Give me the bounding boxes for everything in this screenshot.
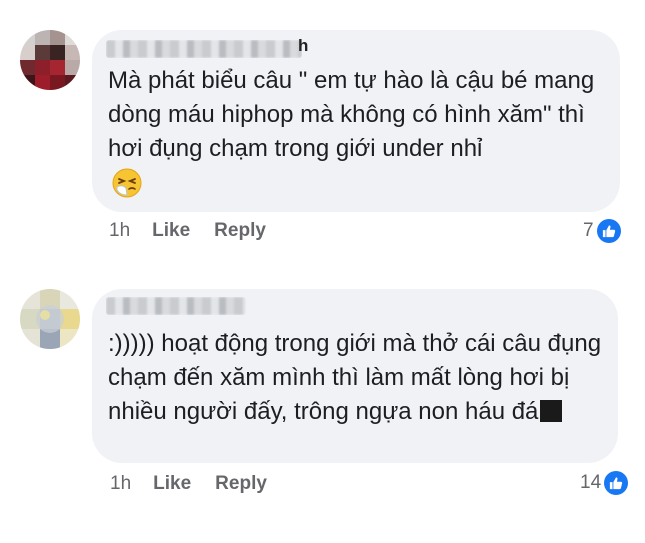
- reaction-summary[interactable]: 14: [580, 471, 629, 495]
- author-name-redacted[interactable]: [106, 40, 302, 58]
- comment-bubble: h Mà phát biểu câu " em tự hào là cậu bé…: [92, 30, 620, 212]
- comment-bubble: :))))) hoạt động trong giới mà thở cái c…: [92, 289, 618, 463]
- reaction-count: 14: [580, 472, 602, 493]
- comment: h Mà phát biểu câu " em tự hào là cậu bé…: [0, 0, 645, 265]
- comment-text-content: :))))) hoạt động trong giới mà thở cái c…: [108, 330, 608, 425]
- reaction-summary[interactable]: 7: [583, 219, 621, 243]
- reply-button[interactable]: Reply: [215, 473, 267, 495]
- comment: :))))) hoạt động trong giới mà thở cái c…: [0, 270, 645, 543]
- redacted-block: [540, 400, 563, 422]
- reply-button[interactable]: Reply: [214, 220, 266, 242]
- timestamp[interactable]: 1h: [109, 220, 130, 242]
- thumbs-up-icon: [604, 471, 629, 495]
- timestamp[interactable]: 1h: [110, 473, 131, 495]
- reaction-count: 7: [583, 220, 594, 241]
- comment-text: :))))) hoạt động trong giới mà thở cái c…: [108, 327, 608, 429]
- thumbs-up-icon: [596, 219, 621, 243]
- author-name-suffix[interactable]: h: [298, 36, 308, 56]
- comment-text: Mà phát biểu câu " em tự hào là cậu bé m…: [108, 67, 601, 162]
- avatar[interactable]: [20, 289, 80, 349]
- comment-actions: 1h Like Reply: [109, 220, 266, 242]
- author-name-redacted[interactable]: [106, 297, 246, 315]
- comment-actions: 1h Like Reply: [110, 473, 267, 495]
- like-button[interactable]: Like: [153, 473, 191, 495]
- avatar[interactable]: [20, 30, 80, 90]
- sneezing-face-emoji: [112, 168, 142, 198]
- like-button[interactable]: Like: [152, 220, 190, 242]
